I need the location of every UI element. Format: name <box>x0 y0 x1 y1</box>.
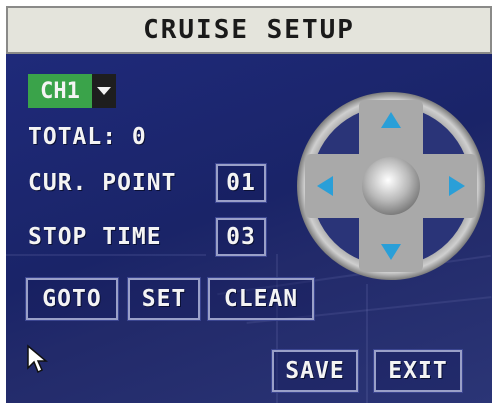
ptz-up-icon[interactable] <box>379 110 403 130</box>
ptz-control <box>293 88 489 284</box>
exit-button[interactable]: EXIT <box>373 349 463 393</box>
channel-value: CH1 <box>28 74 92 108</box>
stop-time-label: STOP TIME <box>28 224 162 250</box>
goto-button[interactable]: GOTO <box>25 277 119 321</box>
dialog-title: CRUISE SETUP <box>6 6 492 54</box>
channel-select[interactable]: CH1 <box>28 74 116 108</box>
stop-time-field[interactable]: 03 <box>215 217 267 257</box>
total-label: TOTAL: 0 <box>28 124 147 150</box>
set-button[interactable]: SET <box>127 277 201 321</box>
ptz-right-icon[interactable] <box>447 174 467 198</box>
chevron-down-icon[interactable] <box>92 74 116 108</box>
mouse-pointer-icon <box>26 344 49 374</box>
clean-button[interactable]: CLEAN <box>207 277 315 321</box>
cur-point-label: CUR. POINT <box>28 170 177 196</box>
ptz-center-icon[interactable] <box>361 156 421 216</box>
save-button[interactable]: SAVE <box>271 349 359 393</box>
cruise-setup-panel: CH1 TOTAL: 0 CUR. POINT 01 STOP TIME 03 … <box>6 54 492 403</box>
cur-point-field[interactable]: 01 <box>215 163 267 203</box>
ptz-left-icon[interactable] <box>315 174 335 198</box>
ptz-down-icon[interactable] <box>379 242 403 262</box>
cruise-setup-dialog: CRUISE SETUP CH1 TOTAL: 0 CUR. POINT 01 … <box>0 0 498 409</box>
